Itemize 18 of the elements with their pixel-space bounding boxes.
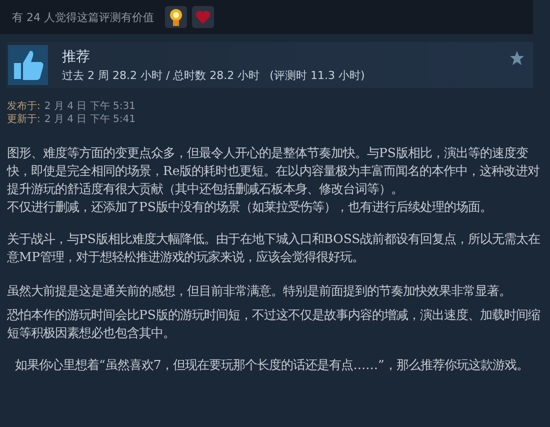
date-label: 更新于:	[7, 113, 40, 126]
review-paragraph: 不仅进行删减，还添加了PS版中没有的场景（如莱拉受伤等），也有进行后续处理的场面。	[7, 198, 493, 216]
review-paragraph: 图形、难度等方面的变更点众多，但最令人开心的是整体节奏加快。与PS版相比，演出等的速度变快，即使是完全相同的场景，Re版的耗时也更短。在以内容量极为丰富而闻名的本作中，这种改进对提升游玩的舒适度有很大贡献（其中还包括删减石板本身、修改台词等）。	[7, 144, 541, 198]
review-paragraph: 如果你心里想着“虽然喜欢7，但现在要玩那个长度的话还是有点……”，那么推荐你玩这款游戏。	[14, 356, 530, 374]
star-icon[interactable]	[509, 50, 525, 66]
date-label: 发布于:	[7, 100, 40, 113]
review-paragraph: 虽然大前提是这是通关前的感想，但目前非常满意。特别是前面提到的节奏加快效果非常显著。	[7, 282, 512, 300]
award-button[interactable]	[165, 6, 187, 28]
date-value: 2 月 4 日 下午 5:41	[44, 113, 136, 126]
date-value: 2 月 4 日 下午 5:31	[44, 100, 136, 113]
review-verdict: 推荐	[62, 48, 91, 66]
playtime-text: 过去 2 周 28.2 小时 / 总时数 28.2 小时	[62, 68, 260, 82]
review-paragraph: 恐怕本作的游玩时间会比PS版的游玩时间短，不过这不仅是故事内容的增减，演出速度、加载时间缩短等积极因素想必也包含其中。	[7, 306, 541, 342]
review-paragraph: 关于战斗，与PS版相比难度大幅降低。由于在地下城入口和BOSS战前都设有回复点，所以无需太在意MP管理，对于想轻松推进游戏的玩家来说，应该会觉得很好玩。	[7, 230, 542, 266]
review-playtime-text: (评测时 11.3 小时)	[270, 68, 365, 82]
medal-icon	[168, 8, 184, 26]
helpful-count: 有 24 人觉得这篇评测有价值	[12, 10, 154, 24]
heart-icon	[195, 9, 211, 25]
